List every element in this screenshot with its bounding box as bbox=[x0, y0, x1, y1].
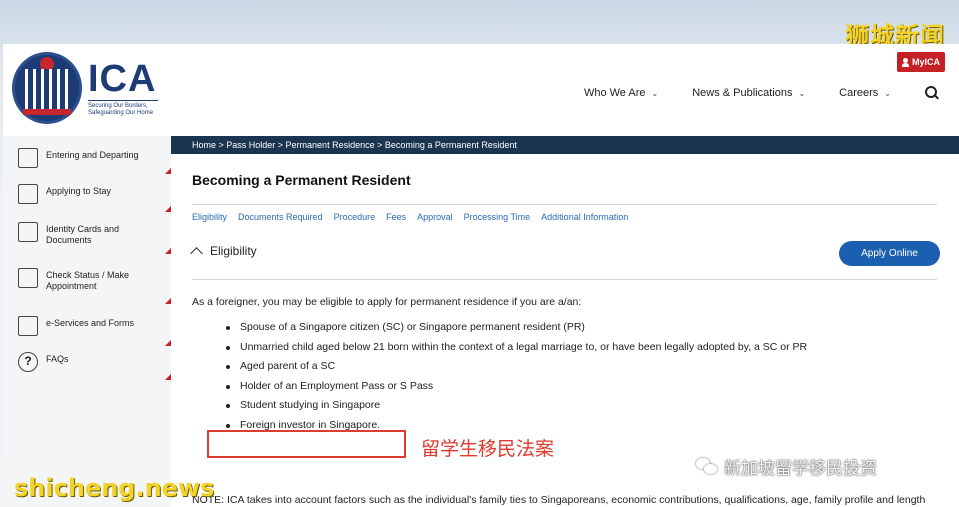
nav-careers[interactable]: Careers ⌄ bbox=[839, 87, 891, 99]
passport-icon bbox=[18, 148, 38, 168]
search-icon[interactable] bbox=[925, 86, 939, 100]
logo-tagline: Securing Our Borders, Safeguarding Our H… bbox=[88, 99, 158, 117]
eligibility-accordion-header[interactable]: Eligibility bbox=[190, 244, 257, 260]
annotation-label: 留学生移民法案 bbox=[421, 438, 555, 460]
list-item: Student studying in Singapore bbox=[224, 396, 807, 416]
nav-label: News & Publications bbox=[692, 87, 793, 99]
tab-fees[interactable]: Fees bbox=[386, 212, 406, 222]
chevron-down-icon: ⌄ bbox=[651, 88, 659, 98]
sidebar-item-label: Check Status / Make Appointment bbox=[46, 270, 130, 291]
form-icon bbox=[18, 316, 38, 336]
section-title: Eligibility bbox=[210, 244, 257, 258]
chevron-up-icon bbox=[190, 246, 203, 260]
watermark-wechat-text: 新加坡留学移民投资 bbox=[724, 459, 877, 479]
building-icon bbox=[18, 184, 38, 204]
list-item: Aged parent of a SC bbox=[224, 357, 807, 377]
watermark-bottom: shicheng.news bbox=[14, 474, 215, 502]
ica-webpage: ICA Securing Our Borders, Safeguarding O… bbox=[3, 44, 959, 507]
sidebar-item-label: Entering and Departing bbox=[46, 150, 139, 160]
sidebar: Entering and Departing Applying to Stay … bbox=[3, 136, 171, 507]
eligibility-list: Spouse of a Singapore citizen (SC) or Si… bbox=[224, 318, 807, 435]
sidebar-item-applying-to-stay[interactable]: Applying to Stay bbox=[3, 184, 171, 212]
sidebar-item-eservices[interactable]: e-Services and Forms bbox=[3, 316, 171, 346]
apply-online-button[interactable]: Apply Online bbox=[839, 241, 940, 266]
myica-label: MyICA bbox=[911, 57, 940, 67]
section-tabs: Eligibility Documents Required Procedure… bbox=[192, 212, 628, 222]
tab-additional-information[interactable]: Additional Information bbox=[541, 212, 628, 222]
list-item: Spouse of a Singapore citizen (SC) or Si… bbox=[224, 318, 807, 338]
nav-news-publications[interactable]: News & Publications ⌄ bbox=[692, 87, 805, 99]
chevron-down-icon: ⌄ bbox=[798, 88, 806, 98]
eligibility-note: NOTE: ICA takes into account factors suc… bbox=[192, 494, 926, 506]
sidebar-item-label: Applying to Stay bbox=[46, 186, 112, 196]
list-item: Holder of an Employment Pass or S Pass bbox=[224, 377, 807, 397]
breadcrumb[interactable]: Home > Pass Holder > Permanent Residence… bbox=[171, 136, 959, 154]
nav-who-we-are[interactable]: Who We Are ⌄ bbox=[584, 87, 658, 99]
watermark-wechat: 新加坡留学移民投资 bbox=[696, 454, 877, 479]
ica-seal-icon bbox=[12, 52, 82, 124]
question-icon: ? bbox=[18, 352, 38, 372]
calendar-icon bbox=[18, 268, 38, 288]
id-card-icon bbox=[18, 222, 38, 242]
list-item: Unmarried child aged below 21 born withi… bbox=[224, 338, 807, 358]
tab-approval[interactable]: Approval bbox=[417, 212, 453, 222]
sidebar-item-faqs[interactable]: ? FAQs bbox=[3, 352, 171, 380]
sidebar-item-label: FAQs bbox=[46, 354, 69, 364]
eligibility-intro: As a foreigner, you may be eligible to a… bbox=[192, 296, 582, 308]
top-navigation: Who We Are ⌄ News & Publications ⌄ Caree… bbox=[584, 86, 943, 100]
user-icon bbox=[901, 57, 909, 67]
myica-button[interactable]: MyICA bbox=[897, 52, 945, 72]
tab-eligibility[interactable]: Eligibility bbox=[192, 212, 227, 222]
sidebar-item-label: e-Services and Forms bbox=[46, 318, 135, 328]
sidebar-item-check-status[interactable]: Check Status / Make Appointment bbox=[3, 268, 171, 304]
highlight-box bbox=[207, 430, 406, 458]
wechat-icon bbox=[696, 457, 718, 476]
tab-procedure[interactable]: Procedure bbox=[334, 212, 376, 222]
ica-logo[interactable]: ICA Securing Our Borders, Safeguarding O… bbox=[12, 52, 158, 124]
nav-label: Who We Are bbox=[583, 87, 646, 99]
sidebar-item-identity-cards[interactable]: Identity Cards and Documents bbox=[3, 222, 171, 254]
chevron-down-icon: ⌄ bbox=[884, 88, 891, 98]
divider bbox=[192, 204, 937, 205]
sidebar-item-entering-departing[interactable]: Entering and Departing bbox=[3, 148, 171, 174]
site-header: ICA Securing Our Borders, Safeguarding O… bbox=[3, 44, 959, 136]
sidebar-item-label: Identity Cards and Documents bbox=[46, 224, 120, 245]
tab-documents-required[interactable]: Documents Required bbox=[238, 212, 323, 222]
nav-label: Careers bbox=[839, 87, 879, 99]
page-title: Becoming a Permanent Resident bbox=[192, 172, 411, 188]
logo-wordmark: ICA bbox=[88, 57, 157, 100]
tab-processing-time[interactable]: Processing Time bbox=[464, 212, 531, 222]
divider bbox=[192, 279, 937, 280]
